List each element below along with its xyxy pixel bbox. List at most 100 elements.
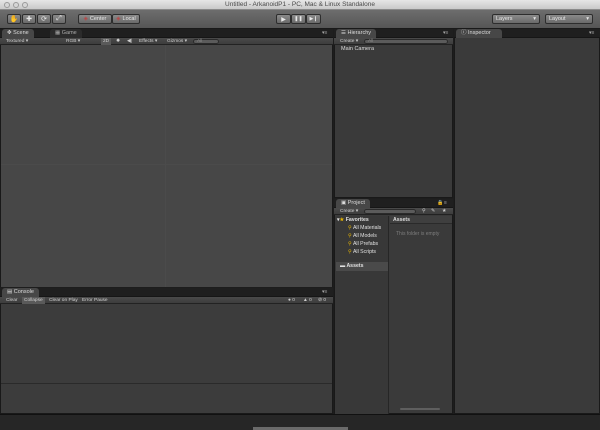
tab-hierarchy[interactable]: ☰ Hierarchy: [336, 29, 377, 38]
empty-folder-text: This folder is empty: [396, 231, 440, 237]
tab-game-label: Game: [61, 30, 77, 36]
project-create-label: Create: [340, 209, 355, 214]
error-icon: ⊘: [318, 298, 323, 303]
console-error-pause-button[interactable]: Error Pause: [80, 297, 110, 304]
project-create-dropdown[interactable]: Create ▾: [338, 208, 360, 215]
tab-console[interactable]: ▤ Console: [2, 288, 39, 297]
mode-2d-label: 2D: [103, 39, 110, 44]
hierarchy-item-main-camera[interactable]: Main Camera: [341, 46, 374, 52]
hierarchy-create-dropdown[interactable]: Create ▾: [338, 38, 360, 45]
hierarchy-panel: [334, 29, 453, 198]
inspector-menu-icon[interactable]: ▾≡: [589, 30, 594, 36]
info-icon: ⓘ: [461, 30, 469, 36]
layout-dropdown[interactable]: Layout ▾: [545, 14, 593, 24]
console-error-toggle[interactable]: ⊘ 0: [316, 297, 328, 304]
scene-grid-axis-vertical: [165, 45, 166, 287]
hierarchy-search-input[interactable]: [364, 39, 448, 44]
warning-count: 0: [309, 298, 312, 303]
window-title: Untitled - ArkanoidP1 - PC, Mac & Linux …: [225, 1, 375, 8]
search-icon: ⚲: [348, 225, 352, 231]
layers-label: Layers: [496, 16, 513, 22]
tab-game[interactable]: ▦ Game: [50, 29, 82, 38]
console-warning-toggle[interactable]: ▲ 0: [301, 297, 314, 304]
project-lock-icon[interactable]: 🔒: [437, 200, 443, 206]
layers-dropdown[interactable]: Layers ▾: [492, 14, 540, 24]
scene-view[interactable]: [1, 45, 332, 287]
log-count: 0: [292, 298, 295, 303]
favorite-star-icon[interactable]: ★: [440, 208, 448, 215]
play-button[interactable]: ▶: [276, 14, 291, 24]
pivot-icon: ◈: [83, 16, 88, 22]
favorite-item[interactable]: ⚲ All Materials: [348, 225, 381, 231]
search-icon: ⚲: [348, 241, 352, 247]
assets-breadcrumb[interactable]: Assets: [390, 216, 452, 224]
tab-inspector[interactable]: ⓘ Inspector: [456, 29, 502, 38]
tab-inspector-label: Inspector: [468, 30, 491, 36]
window-titlebar: Untitled - ArkanoidP1 - PC, Mac & Linux …: [0, 0, 600, 10]
favorite-item-label: All Materials: [352, 225, 382, 231]
pause-button[interactable]: ❚❚: [291, 14, 306, 24]
console-tabbar: [0, 288, 333, 297]
folder-icon: ▬: [340, 263, 346, 269]
tab-project[interactable]: ▣ Project: [336, 199, 370, 208]
hierarchy-toolbar: Create ▾ All: [334, 38, 453, 45]
project-icon: ▣: [341, 200, 348, 206]
inspector-panel: [454, 29, 600, 414]
search-icon: ⚲: [348, 233, 352, 239]
gizmos-label: Gizmos: [167, 39, 184, 44]
tab-scene[interactable]: ✥ Scene: [2, 29, 34, 38]
console-panel: [0, 288, 333, 414]
console-clear-button[interactable]: Clear: [4, 297, 19, 304]
chevron-down-icon: ▾: [586, 16, 589, 22]
audio-toggle-icon[interactable]: ◀): [125, 38, 134, 45]
mode-2d-toggle[interactable]: 2D: [101, 38, 112, 45]
assets-folder-label: Assets: [346, 263, 364, 269]
favorites-label: Favorites: [345, 217, 369, 223]
star-icon: ★: [339, 217, 345, 223]
render-mode-dropdown[interactable]: RGB ▾: [64, 38, 82, 45]
console-divider: [1, 383, 332, 384]
gizmos-dropdown[interactable]: Gizmos ▾: [165, 38, 189, 45]
layout-label: Layout: [549, 16, 566, 22]
console-menu-icon[interactable]: ▾≡: [322, 289, 327, 295]
effects-dropdown[interactable]: Effects ▾: [137, 38, 159, 45]
local-icon: ◈: [116, 16, 121, 22]
assets-folder[interactable]: ▬ Assets: [336, 262, 388, 271]
console-clear-on-play-button[interactable]: Clear on Play: [47, 297, 80, 304]
warning-icon: ▲: [303, 298, 308, 303]
scene-search-placeholder: All: [197, 39, 203, 44]
favorite-item[interactable]: ⚲ All Scripts: [348, 249, 376, 255]
favorites-folder[interactable]: ▾★ Favorites: [337, 217, 369, 223]
console-collapse-button[interactable]: Collapse: [22, 297, 45, 304]
step-icon: ▶❙: [309, 16, 318, 22]
game-icon: ▦: [55, 30, 62, 36]
favorite-item[interactable]: ⚲ All Prefabs: [348, 241, 378, 247]
error-count: 0: [323, 298, 327, 303]
search-by-type-icon[interactable]: ⚲: [420, 208, 428, 215]
local-label: Local: [122, 16, 136, 22]
hand-tool-button[interactable]: ✋: [7, 14, 21, 24]
light-toggle-icon[interactable]: ✹: [114, 38, 122, 45]
step-button[interactable]: ▶❙: [306, 14, 321, 24]
console-log-toggle[interactable]: ● 0: [286, 297, 297, 304]
move-icon: ✚: [26, 16, 32, 23]
tab-scene-label: Scene: [13, 30, 29, 36]
search-by-label-icon[interactable]: ✎: [429, 208, 437, 215]
panel-menu-icon[interactable]: ▾≡: [322, 30, 327, 36]
icon-size-slider[interactable]: [400, 408, 440, 410]
pivot-local-toggle[interactable]: ◈ Local: [112, 14, 140, 24]
favorite-item[interactable]: ⚲ All Models: [348, 233, 377, 239]
effects-label: Effects: [139, 39, 154, 44]
draw-mode-dropdown[interactable]: Textured ▾: [4, 38, 30, 45]
project-menu-icon[interactable]: ≡: [444, 200, 447, 206]
play-icon: ▶: [281, 16, 286, 23]
favorite-item-label: All Models: [352, 233, 377, 239]
move-tool-button[interactable]: ✚: [22, 14, 36, 24]
pivot-label: Center: [89, 16, 107, 22]
pivot-center-toggle[interactable]: ◈ Center: [78, 14, 112, 24]
hierarchy-menu-icon[interactable]: ▾≡: [443, 30, 448, 36]
favorite-item-label: All Prefabs: [352, 241, 379, 247]
scale-tool-button[interactable]: ⤢: [52, 14, 66, 24]
project-search-input[interactable]: [364, 209, 416, 214]
rotate-tool-button[interactable]: ⟳: [37, 14, 51, 24]
